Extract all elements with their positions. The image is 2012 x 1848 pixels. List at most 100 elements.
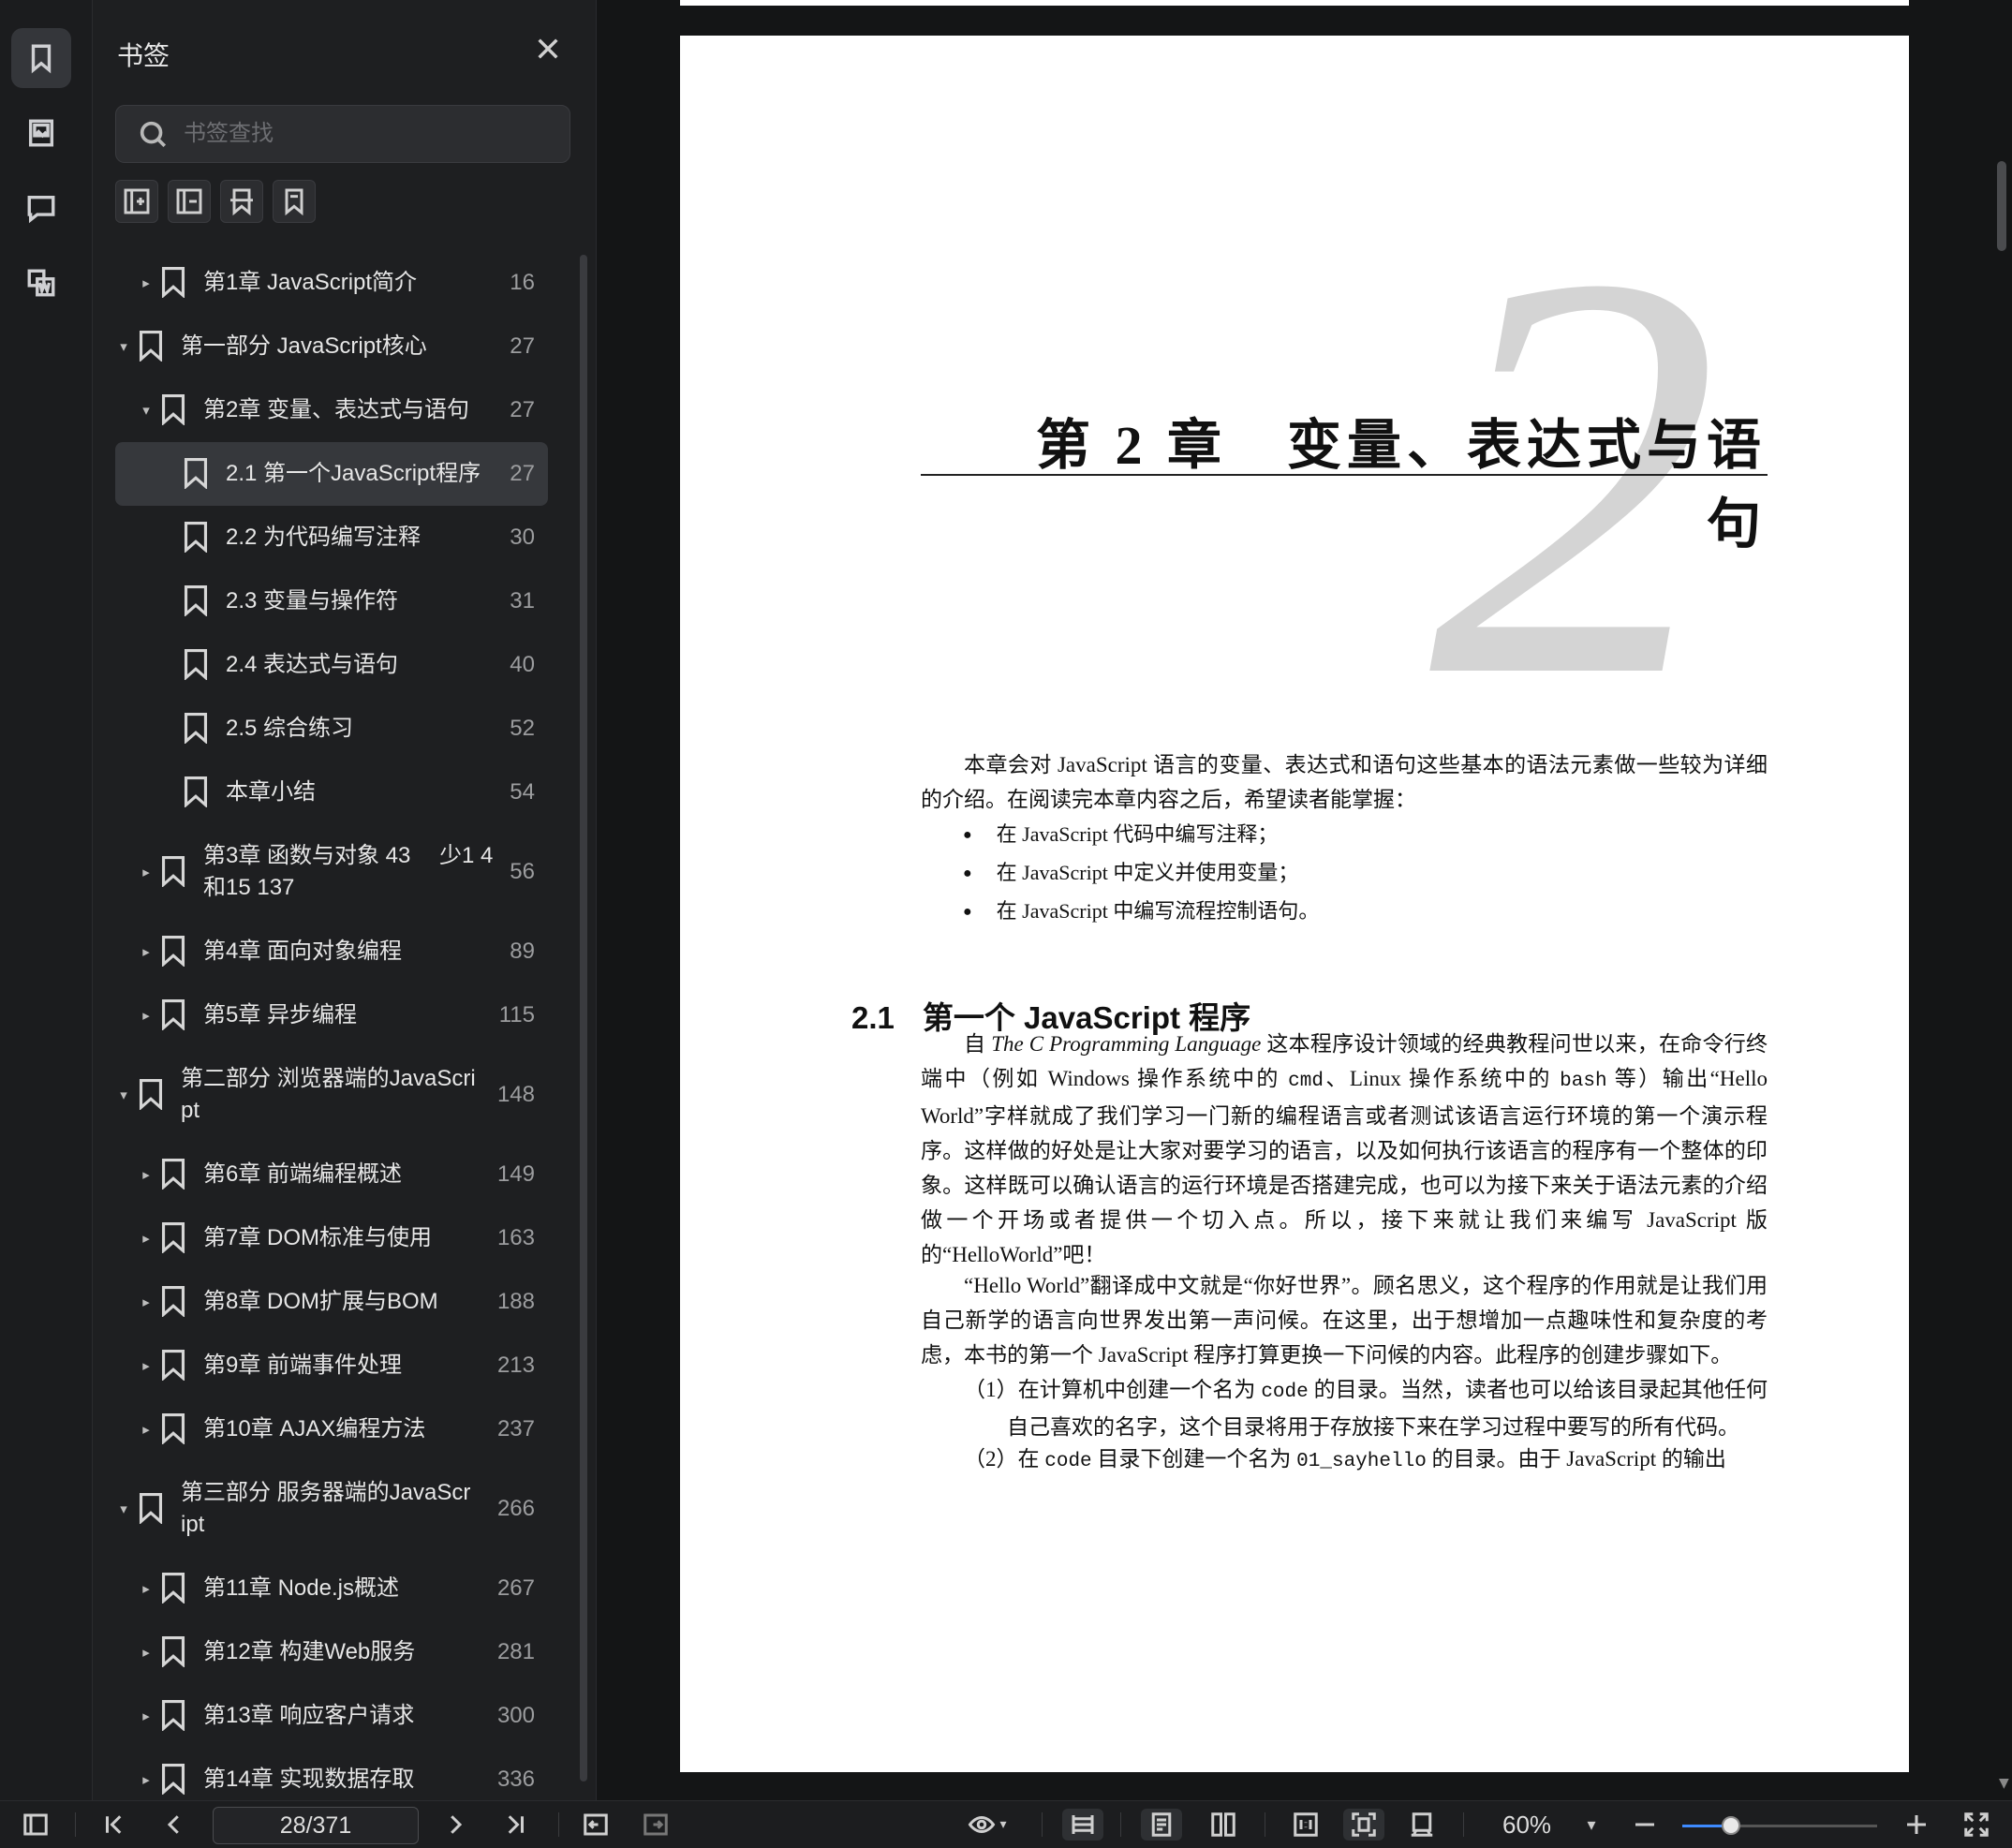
- bookmark-item[interactable]: ▸ 第1章 JavaScript简介 16: [115, 251, 548, 315]
- bookmark-search-box[interactable]: [115, 105, 570, 163]
- caret-expanded-icon[interactable]: ▾: [115, 338, 132, 355]
- zoom-dropdown-button[interactable]: ▾: [1577, 1809, 1605, 1841]
- caret-collapsed-icon[interactable]: ▸: [138, 1708, 155, 1724]
- forward-button[interactable]: [639, 1809, 673, 1841]
- bookmark-page-number: 266: [496, 1496, 535, 1521]
- bookmark-search-input[interactable]: [182, 120, 560, 148]
- objective-list: 在 JavaScript 代码中编写注释； 在 JavaScript 中定义并使…: [963, 817, 1320, 932]
- bookmark-item[interactable]: ▾ 第一部分 JavaScript核心 27: [115, 315, 548, 378]
- bookmark-icon: [160, 1572, 188, 1605]
- zoom-in-button[interactable]: [1900, 1809, 1933, 1841]
- fit-page-button[interactable]: [1343, 1809, 1384, 1841]
- inline-code: code: [1044, 1451, 1092, 1472]
- bookmark-item[interactable]: 2.4 表达式与语句 40: [115, 633, 548, 697]
- bookmark-label: 第14章 实现数据存取: [203, 1767, 415, 1792]
- bookmark-tree: ▸ 第1章 JavaScript简介 16 ▾ 第一部分 JavaScript核心 27 ▾…: [115, 251, 548, 1811]
- scroll-down-arrow-icon[interactable]: ▼: [1999, 1776, 2009, 1791]
- bookmark-item[interactable]: ▸ 第4章 面向对象编程 89: [115, 920, 548, 983]
- bookmark-label: 2.5 综合练习: [226, 716, 354, 741]
- bookmark-item[interactable]: ▸ 第6章 前端编程概述 149: [115, 1143, 548, 1206]
- caret-collapsed-icon[interactable]: ▸: [138, 1771, 155, 1788]
- caret-collapsed-icon[interactable]: ▸: [138, 1166, 155, 1183]
- bookmark-item[interactable]: 本章小结 54: [115, 761, 548, 824]
- bookmark-item[interactable]: ▾ 第三部分 服务器端的JavaScr ipt 266: [115, 1461, 548, 1557]
- paragraph-1: 自 The C Programming Language 这本程序设计领域的经典…: [921, 1032, 1768, 1266]
- bookmark-item[interactable]: 2.1 第一个JavaScript程序 27: [115, 442, 548, 506]
- zoom-level[interactable]: 60%: [1502, 1811, 1551, 1840]
- bookmark-label: 第一部分 JavaScript核心: [181, 333, 427, 359]
- caret-collapsed-icon[interactable]: ▸: [138, 1357, 155, 1374]
- back-button[interactable]: [579, 1809, 613, 1841]
- caret-expanded-icon[interactable]: ▾: [115, 1087, 132, 1103]
- bookmark-label: 第2章 变量、表达式与语句: [203, 397, 470, 422]
- bookmark-item[interactable]: ▸ 第8章 DOM扩展与BOM 188: [115, 1270, 548, 1334]
- zoom-slider[interactable]: [1682, 1816, 1877, 1835]
- document-scrollbar[interactable]: [1997, 161, 2006, 251]
- thumbnail-panel-button[interactable]: [11, 103, 71, 163]
- bookmark-page-number: 300: [496, 1703, 535, 1728]
- view-mode-dropdown[interactable]: ▾: [959, 1809, 1015, 1841]
- bookmark-label: 第13章 响应客户请求: [203, 1703, 415, 1728]
- bookmark-item[interactable]: 2.5 综合练习 52: [115, 697, 548, 761]
- bookmark-item[interactable]: ▾ 第2章 变量、表达式与语句 27: [115, 378, 548, 442]
- caret-collapsed-icon[interactable]: ▸: [138, 1421, 155, 1438]
- comment-panel-button[interactable]: [11, 178, 71, 238]
- bookmark-page-number: 237: [496, 1416, 535, 1441]
- close-panel-button[interactable]: [533, 34, 567, 67]
- bookmark-icon: [183, 521, 211, 554]
- fit-width-button[interactable]: [1062, 1809, 1103, 1841]
- bookmark-item[interactable]: ▸ 第13章 响应客户请求 300: [115, 1684, 548, 1748]
- caret-collapsed-icon[interactable]: ▸: [138, 274, 155, 291]
- bookmark-item[interactable]: ▸ 第3章 函数与对象 43 少1 4和15 137 56: [115, 824, 548, 920]
- caret-collapsed-icon[interactable]: ▸: [138, 864, 155, 880]
- caret-expanded-icon[interactable]: ▾: [138, 402, 155, 419]
- next-page-button[interactable]: [438, 1809, 472, 1841]
- bookmark-label: 第3章 函数与对象 43 少1 4和15 137: [203, 843, 494, 900]
- first-page-button[interactable]: [97, 1809, 131, 1841]
- single-page-button[interactable]: [1141, 1809, 1182, 1841]
- bookmark-page-number: 30: [510, 525, 535, 550]
- bookmark-item[interactable]: 2.2 为代码编写注释 30: [115, 506, 548, 569]
- caret-collapsed-icon[interactable]: ▸: [138, 1294, 155, 1310]
- two-page-button[interactable]: [1203, 1809, 1244, 1841]
- expand-bookmark-button[interactable]: [220, 180, 263, 223]
- caret-collapsed-icon[interactable]: ▸: [138, 1007, 155, 1024]
- bookmark-label: 第二部分 浏览器端的JavaScri pt: [181, 1066, 476, 1123]
- fullscreen-button[interactable]: [1958, 1809, 1995, 1841]
- caret-collapsed-icon[interactable]: ▸: [138, 1580, 155, 1597]
- step-1: （1）在计算机中创建一个名为 code 的目录。当然，读者也可以给该目录起其他任…: [964, 1378, 1768, 1439]
- bookmark-page-number: 27: [510, 333, 535, 359]
- zoom-slider-handle[interactable]: [1722, 1816, 1740, 1835]
- zoom-out-button[interactable]: [1628, 1809, 1662, 1841]
- single-page-icon: [1151, 1812, 1172, 1837]
- previous-page-button[interactable]: [157, 1809, 191, 1841]
- page-number-input[interactable]: 28/371: [213, 1807, 419, 1844]
- caret-collapsed-icon[interactable]: ▸: [138, 1230, 155, 1247]
- caret-collapsed-icon[interactable]: ▸: [138, 943, 155, 960]
- add-bookmark-button[interactable]: [115, 180, 158, 223]
- toggle-sidebar-button[interactable]: [19, 1809, 52, 1841]
- bookmark-panel-button[interactable]: [11, 28, 71, 88]
- remove-bookmark-button[interactable]: [168, 180, 211, 223]
- last-page-button[interactable]: [498, 1809, 532, 1841]
- bookmark-item[interactable]: ▸ 第7章 DOM标准与使用 163: [115, 1206, 548, 1270]
- document-page: 2 第 2 章 变量、表达式与语句 本章会对 JavaScript 语言的变量、…: [680, 36, 1909, 1772]
- bookmark-item[interactable]: 2.3 变量与操作符 31: [115, 569, 548, 633]
- caret-collapsed-icon[interactable]: ▸: [138, 1644, 155, 1661]
- bookmark-item[interactable]: ▸ 第10章 AJAX编程方法 237: [115, 1397, 548, 1461]
- bookmark-outline-button[interactable]: [273, 180, 316, 223]
- chevron-left-icon: [167, 1815, 179, 1834]
- bookmark-item[interactable]: ▸ 第12章 构建Web服务 281: [115, 1620, 548, 1684]
- bookmark-item[interactable]: ▾ 第二部分 浏览器端的JavaScri pt 148: [115, 1047, 548, 1143]
- bookmark-item[interactable]: ▸ 第9章 前端事件处理 213: [115, 1334, 548, 1397]
- rotate-button[interactable]: [1401, 1809, 1442, 1841]
- bookmark-item[interactable]: ▸ 第11章 Node.js概述 267: [115, 1557, 548, 1620]
- bookmark-item[interactable]: ▸ 第5章 异步编程 115: [115, 983, 548, 1047]
- bookmark-scrollbar[interactable]: [580, 255, 587, 1781]
- bookmark-label: 第8章 DOM扩展与BOM: [203, 1289, 438, 1314]
- bookmark-page-number: 336: [496, 1767, 535, 1792]
- caret-expanded-icon[interactable]: ▾: [115, 1501, 132, 1517]
- chevron-down-icon: ▾: [1587, 1814, 1596, 1835]
- actual-size-button[interactable]: [1285, 1809, 1326, 1841]
- convert-panel-button[interactable]: [11, 253, 71, 313]
